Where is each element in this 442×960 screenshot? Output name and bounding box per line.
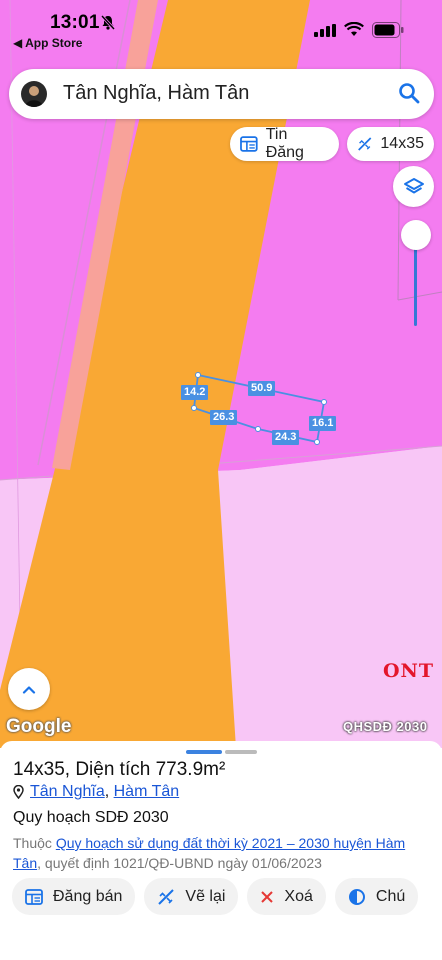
avatar[interactable] — [21, 81, 47, 107]
parcel-location: Tân Nghĩa, Hàm Tân — [13, 783, 179, 801]
info-bottom-sheet[interactable]: 14x35, Diện tích 773.9m² Tân Nghĩa, Hàm … — [0, 741, 442, 960]
close-icon — [261, 890, 274, 903]
sheet-page-indicator-active — [186, 750, 222, 754]
district-link[interactable]: Hàm Tân — [114, 783, 180, 800]
newspaper-icon — [25, 888, 43, 905]
zone-code-label: ONT — [383, 660, 435, 682]
contrast-icon — [348, 888, 365, 905]
opacity-slider-track[interactable] — [414, 244, 417, 326]
measure-icon — [358, 137, 372, 151]
parcel-size-chip[interactable]: 14x35 — [347, 127, 434, 161]
edge-length-label: 14.2 — [181, 385, 209, 400]
redraw-button-label: Vẽ lại — [185, 887, 226, 905]
action-row: Đăng bán Vẽ lại Xoá Chú — [12, 878, 419, 915]
listings-chip-label: Tin Đăng — [265, 126, 304, 161]
status-time: 13:01 — [50, 12, 100, 33]
listings-chip[interactable]: Tin Đăng — [230, 126, 339, 161]
commune-link[interactable]: Tân Nghĩa — [30, 783, 105, 800]
wifi-icon — [344, 22, 364, 36]
note-button-label: Chú — [375, 887, 406, 905]
layers-button[interactable] — [393, 166, 434, 207]
measure-icon — [158, 888, 175, 905]
sell-button-label: Đăng bán — [53, 887, 123, 905]
plan-title: Quy hoạch SDĐ 2030 — [13, 809, 169, 826]
sheet-page-indicator — [225, 750, 257, 754]
plan-description: Thuộc Quy hoạch sử dụng đất thời kỳ 2021… — [13, 833, 431, 873]
parcel-size-chip-label: 14x35 — [380, 135, 424, 152]
note-button[interactable]: Chú — [334, 878, 419, 915]
delete-button-label: Xoá — [284, 887, 313, 905]
search-bar[interactable]: Tân Nghĩa, Hàm Tân — [9, 69, 434, 119]
expand-up-button[interactable] — [8, 668, 50, 710]
bell-muted-icon — [100, 15, 116, 30]
chevron-up-icon — [22, 685, 36, 694]
cellular-signal-icon — [314, 24, 336, 37]
delete-button[interactable]: Xoá — [247, 878, 326, 915]
opacity-slider-thumb[interactable] — [401, 220, 431, 250]
search-icon[interactable] — [398, 82, 420, 104]
edge-length-label: 16.1 — [309, 416, 337, 431]
plan-desc-prefix: Thuộc — [13, 835, 52, 851]
layers-icon — [403, 177, 424, 193]
location-pin-icon — [13, 785, 24, 799]
redraw-button[interactable]: Vẽ lại — [144, 878, 239, 915]
avatar-image — [25, 86, 43, 107]
search-input[interactable]: Tân Nghĩa, Hàm Tân — [63, 82, 249, 105]
google-logo: Google — [6, 716, 72, 737]
sell-button[interactable]: Đăng bán — [12, 878, 136, 915]
back-to-app-store-link[interactable]: ◀ App Store — [13, 36, 82, 50]
edge-length-label: 24.3 — [272, 430, 300, 445]
plan-desc-suffix: , quyết định 1021/QĐ-UBND ngày 01/06/202… — [37, 855, 322, 871]
parcel-title: 14x35, Diện tích 773.9m² — [13, 759, 226, 780]
battery-icon — [372, 22, 404, 38]
newspaper-icon — [240, 136, 258, 152]
location-separator: , — [104, 783, 110, 800]
edge-length-label: 26.3 — [210, 410, 238, 425]
edge-length-label: 50.9 — [248, 381, 276, 396]
plan-badge: QHSDĐ 2030 — [343, 719, 428, 734]
